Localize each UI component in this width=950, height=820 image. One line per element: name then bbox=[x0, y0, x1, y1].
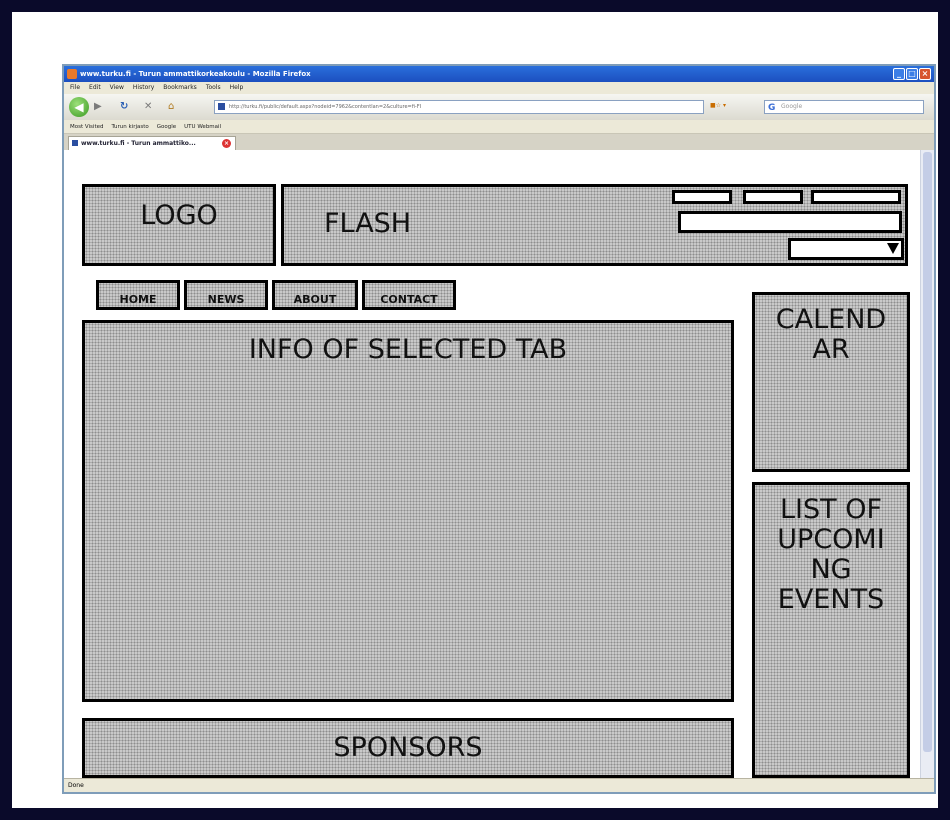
stop-icon[interactable]: ✕ bbox=[144, 101, 152, 113]
tab-contact[interactable]: CONTACT bbox=[362, 280, 456, 310]
minimize-button[interactable]: _ bbox=[893, 68, 905, 80]
google-icon: G bbox=[768, 103, 776, 113]
bookmark-item[interactable]: Google bbox=[157, 120, 176, 133]
firefox-icon bbox=[67, 69, 77, 79]
menu-bar: File Edit View History Bookmarks Tools H… bbox=[64, 82, 934, 94]
tab-title: www.turku.fi - Turun ammattiko... bbox=[81, 140, 196, 147]
header-link-2[interactable] bbox=[743, 190, 803, 204]
flash-label: FLASH bbox=[324, 208, 412, 239]
sponsors-bar: SPONSORS bbox=[82, 718, 734, 778]
menu-view[interactable]: View bbox=[110, 82, 124, 94]
browser-window: www.turku.fi - Turun ammattikorkeakoulu … bbox=[62, 64, 936, 794]
events-label-line-1: LIST OF bbox=[779, 494, 882, 525]
tab-home[interactable]: HOME bbox=[96, 280, 180, 310]
back-arrow-icon[interactable]: ◀ bbox=[69, 97, 89, 117]
bookmark-star-icon[interactable]: ■☆ ▾ bbox=[710, 102, 758, 112]
logo-box: LOGO bbox=[82, 184, 276, 266]
window-title: www.turku.fi - Turun ammattikorkeakoulu … bbox=[80, 70, 311, 78]
bookmark-item[interactable]: Most Visited bbox=[70, 120, 103, 133]
menu-help[interactable]: Help bbox=[230, 82, 244, 94]
main-content-label: INFO OF SELECTED TAB bbox=[248, 334, 568, 365]
bookmark-item[interactable]: UTU Webmail bbox=[184, 120, 221, 133]
tab-about[interactable]: ABOUT bbox=[272, 280, 358, 310]
tab-favicon-icon bbox=[72, 140, 78, 146]
calendar-label-line-2: AR bbox=[812, 334, 850, 365]
header-link-3[interactable] bbox=[811, 190, 901, 204]
menu-file[interactable]: File bbox=[70, 82, 80, 94]
tab-news[interactable]: NEWS bbox=[184, 280, 268, 310]
tab-strip: www.turku.fi - Turun ammattiko... × bbox=[64, 134, 934, 150]
url-text: http://turku.fi/public/default.aspx?node… bbox=[229, 104, 422, 110]
bookmark-item[interactable]: Turun kirjasto bbox=[111, 120, 148, 133]
bookmarks-toolbar: Most Visited Turun kirjasto Google UTU W… bbox=[64, 120, 934, 134]
window-title-bar: www.turku.fi - Turun ammattikorkeakoulu … bbox=[64, 66, 934, 82]
menu-tools[interactable]: Tools bbox=[206, 82, 221, 94]
status-bar: Done bbox=[64, 778, 934, 792]
menu-edit[interactable]: Edit bbox=[89, 82, 101, 94]
menu-bookmarks[interactable]: Bookmarks bbox=[163, 82, 197, 94]
scrollbar-thumb[interactable] bbox=[923, 152, 932, 752]
dropdown-arrow-icon bbox=[887, 243, 899, 254]
forward-arrow-icon[interactable]: ▶ bbox=[94, 101, 102, 113]
maximize-button[interactable]: □ bbox=[906, 68, 918, 80]
main-content-area: INFO OF SELECTED TAB bbox=[82, 320, 734, 702]
header-link-1[interactable] bbox=[672, 190, 732, 204]
language-select[interactable] bbox=[788, 238, 904, 260]
browser-tab[interactable]: www.turku.fi - Turun ammattiko... × bbox=[68, 136, 236, 150]
nav-tabs: HOME NEWS ABOUT CONTACT bbox=[96, 280, 456, 310]
page-background: www.turku.fi - Turun ammattikorkeakoulu … bbox=[12, 12, 938, 808]
page-viewport: LOGO FLASH HOME NEWS ABOUT CONTACT INFO … bbox=[64, 150, 922, 780]
site-favicon-icon bbox=[218, 103, 225, 110]
navigation-toolbar: ◀ ▶ ↻ ✕ ⌂ http://turku.fi/public/default… bbox=[64, 94, 934, 120]
reload-icon[interactable]: ↻ bbox=[120, 101, 128, 113]
sponsors-label: SPONSORS bbox=[333, 732, 483, 763]
tab-close-icon[interactable]: × bbox=[222, 139, 231, 148]
calendar-label-line-1: CALEND bbox=[775, 304, 887, 335]
upcoming-events-list: LIST OF UPCOMI NG EVENTS bbox=[752, 482, 910, 778]
events-label-line-3: NG bbox=[810, 554, 852, 585]
calendar-widget: CALEND AR bbox=[752, 292, 910, 472]
events-label-line-4: EVENTS bbox=[777, 584, 885, 615]
status-text: Done bbox=[68, 782, 84, 789]
vertical-scrollbar[interactable] bbox=[920, 150, 934, 780]
search-input[interactable]: G Google bbox=[764, 100, 924, 114]
home-icon[interactable]: ⌂ bbox=[168, 101, 174, 113]
logo-label: LOGO bbox=[140, 200, 218, 231]
header-search-input[interactable] bbox=[678, 211, 902, 233]
close-button[interactable]: × bbox=[919, 68, 931, 80]
search-placeholder: Google bbox=[781, 103, 803, 110]
events-label-line-2: UPCOMI bbox=[777, 524, 885, 555]
url-bar[interactable]: http://turku.fi/public/default.aspx?node… bbox=[214, 100, 704, 114]
menu-history[interactable]: History bbox=[133, 82, 154, 94]
